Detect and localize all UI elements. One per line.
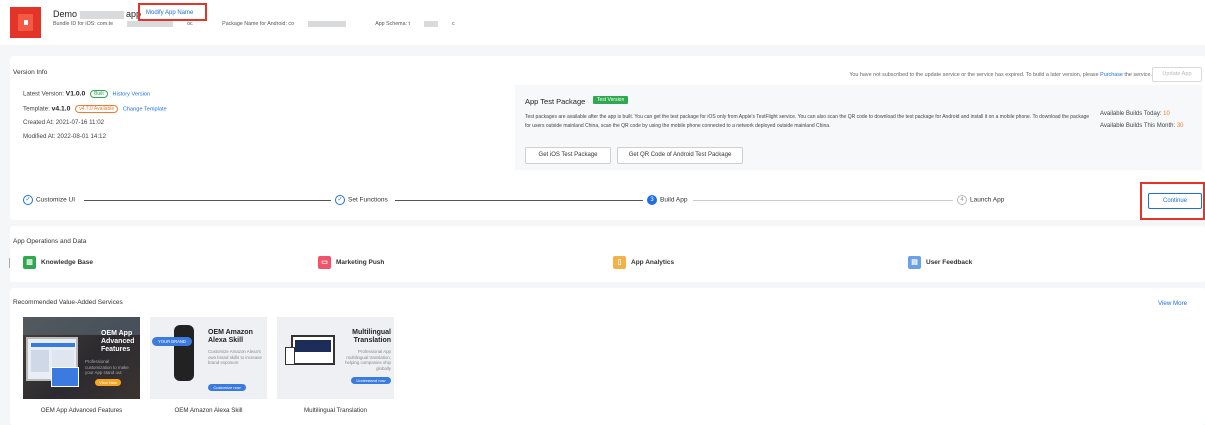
history-version-link[interactable]: History Version [113, 92, 151, 98]
highlight-box-continue [1140, 182, 1205, 220]
modified-row: Modified At: 2022-08-01 14:12 [23, 133, 106, 140]
service-banner: YOUR BRAND OEM Amazon Alexa Skill Custom… [150, 317, 267, 399]
service-caption: OEM Amazon Alexa Skill [174, 407, 243, 414]
app-schema: App Schema: tc [375, 21, 455, 28]
step-connector [84, 200, 331, 201]
step-set-functions[interactable]: ✓ Set Functions [335, 195, 388, 205]
subscription-notice: You have not subscribed to the update se… [849, 72, 1152, 78]
app-name: Demo app [53, 9, 142, 19]
step-build-app[interactable]: 3 Build App [647, 195, 687, 205]
app-meta: Bundle ID for iOS: com.te oc Package Name… [53, 21, 483, 27]
builds-month: Available Builds This Month: 30 [1100, 123, 1184, 129]
step-customize-ui[interactable]: ✓ Customize UI [23, 195, 75, 205]
test-package-panel: App Test Package Test Version Test packa… [515, 85, 1202, 170]
step-connector [693, 200, 953, 201]
collapse-handle[interactable] [9, 258, 10, 268]
highlight-box-modify [138, 3, 207, 21]
change-template-link[interactable]: Change Template [123, 107, 167, 113]
purchase-link[interactable]: Purchase [1100, 72, 1123, 78]
ops-user-feedback[interactable]: ▤ User Feedback [908, 256, 972, 269]
step-number-icon: 4 [957, 195, 967, 205]
view-now-button[interactable]: View Now [95, 379, 121, 386]
service-card-oem-features[interactable]: OEM App Advanced Features Professional c… [23, 317, 140, 425]
get-ios-test-package-button[interactable]: Get iOS Test Package [525, 147, 611, 164]
speaker-icon [174, 325, 194, 381]
services-title: Recommended Value-Added Services [13, 299, 123, 306]
service-card-alexa-skill[interactable]: YOUR BRAND OEM Amazon Alexa Skill Custom… [150, 317, 267, 425]
ops-card [10, 226, 1205, 282]
bundle-id: Bundle ID for iOS: com.te oc [53, 21, 193, 28]
app-header: Demo app Modify App Name Bundle ID for i… [0, 0, 1205, 45]
customize-now-button[interactable]: Customize now [208, 384, 246, 391]
megaphone-icon: ▭ [318, 256, 331, 269]
book-icon: ▥ [23, 256, 36, 269]
monitor-mockup [291, 335, 335, 365]
service-caption: Multilingual Translation [304, 407, 367, 414]
step-number-icon: 3 [647, 195, 657, 205]
template-available-tag[interactable]: v4.7.0 Available [75, 105, 119, 113]
service-banner: OEM App Advanced Features Professional c… [23, 317, 140, 399]
service-card-translation[interactable]: Multilingual Translation Professional Ap… [277, 317, 394, 425]
test-package-title: App Test Package [525, 97, 586, 106]
step-launch-app[interactable]: 4 Launch App [957, 195, 1004, 205]
check-circle-icon: ✓ [23, 195, 33, 205]
service-caption: OEM App Advanced Features [40, 407, 123, 414]
view-more-link[interactable]: View More [1158, 300, 1187, 307]
version-info-title: Version Info [13, 69, 48, 76]
get-android-qr-button[interactable]: Get QR Code of Android Test Package [617, 147, 743, 164]
builds-today: Available Builds Today: 10 [1100, 111, 1170, 117]
latest-version-row: Latest Version: V1.0.0 Built History Ver… [23, 90, 151, 98]
service-banner: Multilingual Translation Professional Ap… [277, 317, 394, 399]
check-circle-icon: ✓ [335, 195, 345, 205]
test-version-tag: Test Version [593, 96, 629, 104]
test-package-description: Test packages are available after the ap… [525, 114, 1090, 129]
package-name: Package Name for Android: co [222, 21, 360, 27]
phone-icon: ▯ [613, 256, 626, 269]
understand-now-button[interactable]: Understand now [351, 377, 391, 384]
ops-app-analytics[interactable]: ▯ App Analytics [613, 256, 674, 269]
feedback-icon: ▤ [908, 256, 921, 269]
update-app-button[interactable]: Update App [1152, 67, 1202, 82]
ops-title: App Operations and Data [13, 238, 87, 245]
created-row: Created At: 2021-07-16 11:02 [23, 119, 105, 126]
ops-knowledge-base[interactable]: ▥ Knowledge Base [23, 256, 93, 269]
ops-marketing-push[interactable]: ▭ Marketing Push [318, 256, 384, 269]
app-logo [10, 7, 41, 38]
step-connector [395, 200, 643, 201]
built-tag: Built [90, 90, 108, 98]
template-row: Template: v4.1.0 v4.7.0 Available Change… [23, 105, 167, 113]
redacted-block [79, 10, 124, 19]
